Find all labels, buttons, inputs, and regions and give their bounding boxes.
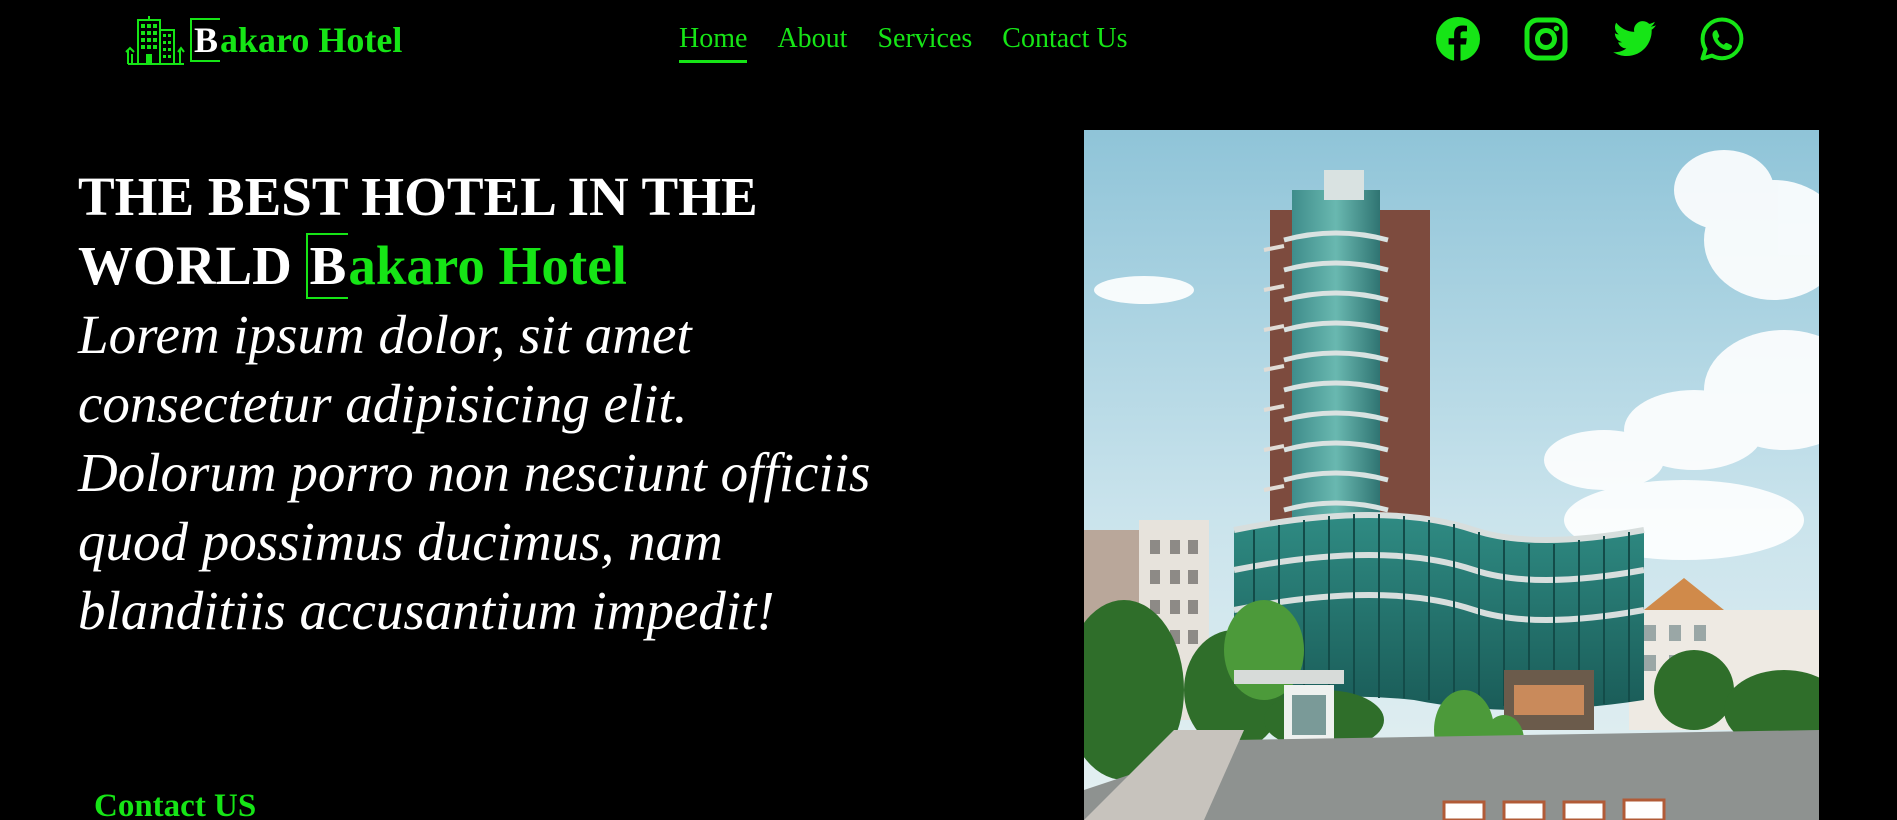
brand-initial: B [190, 18, 221, 62]
hero-brand-rest: akaro Hotel [348, 235, 627, 296]
nav-link-contact-us[interactable]: Contact Us [1002, 20, 1127, 63]
navbar: Bakaro Hotel Home About Services Contact… [0, 0, 1897, 84]
instagram-link[interactable] [1523, 16, 1569, 62]
facebook-link[interactable] [1435, 16, 1481, 62]
instagram-icon [1524, 17, 1568, 61]
nav-link-about[interactable]: About [777, 20, 847, 63]
twitter-icon [1613, 21, 1656, 57]
social-links [1435, 16, 1745, 62]
twitter-link[interactable] [1611, 16, 1657, 62]
hero-title: THE BEST HOTEL IN THE WORLD Bakaro Hotel [78, 162, 898, 300]
hero-section: THE BEST HOTEL IN THE WORLD Bakaro Hotel… [78, 162, 898, 645]
nav-link-services[interactable]: Services [877, 20, 972, 63]
brand-logo-link[interactable]: Bakaro Hotel [124, 14, 402, 66]
hotel-tower-photo [1084, 130, 1819, 820]
main-menu: Home About Services Contact Us [679, 20, 1128, 63]
facebook-icon [1436, 17, 1480, 62]
hotel-building-icon [125, 16, 185, 65]
contact-us-button[interactable]: Contact US [94, 788, 256, 820]
nav-link-home[interactable]: Home [679, 20, 748, 63]
hero-description: Lorem ipsum dolor, sit amet consectetur … [78, 304, 871, 641]
hero-brand-initial: B [305, 233, 349, 299]
whatsapp-icon [1700, 17, 1744, 61]
brand-name-rest: akaro Hotel [220, 20, 403, 60]
brand-name: Bakaro Hotel [190, 18, 402, 62]
whatsapp-link[interactable] [1699, 16, 1745, 62]
hero-brand-name: Bakaro Hotel [305, 233, 627, 299]
